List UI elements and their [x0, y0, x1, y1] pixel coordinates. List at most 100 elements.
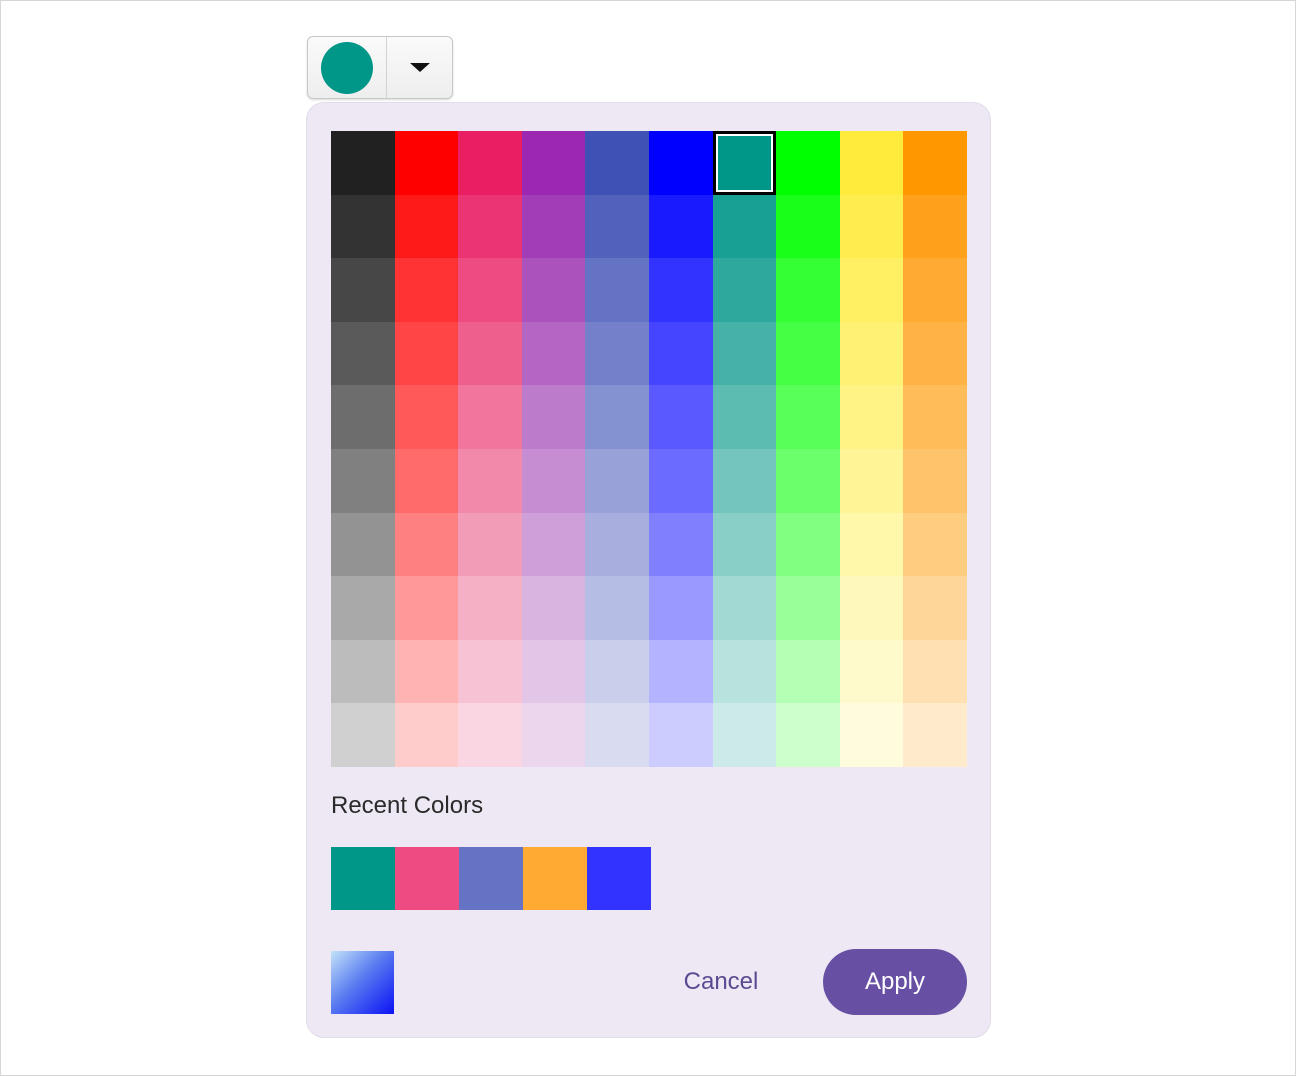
palette-swatch[interactable]: [394, 131, 459, 195]
palette-swatch[interactable]: [521, 385, 586, 449]
palette-swatch[interactable]: [585, 131, 649, 195]
palette-swatch[interactable]: [521, 321, 586, 386]
palette-swatch[interactable]: [458, 703, 522, 767]
dropdown-toggle[interactable]: [387, 37, 452, 98]
palette-swatch[interactable]: [839, 194, 904, 259]
palette-swatch[interactable]: [712, 703, 777, 767]
palette-swatch[interactable]: [331, 194, 395, 259]
palette-swatch[interactable]: [331, 258, 395, 322]
recent-color-swatch[interactable]: [331, 847, 395, 910]
palette-swatch[interactable]: [394, 703, 459, 767]
palette-swatch[interactable]: [903, 385, 967, 449]
palette-swatch[interactable]: [331, 512, 395, 577]
palette-swatch[interactable]: [331, 448, 395, 513]
palette-swatch[interactable]: [712, 448, 777, 513]
cancel-button[interactable]: Cancel: [667, 949, 775, 1015]
palette-swatch[interactable]: [648, 321, 713, 386]
palette-swatch[interactable]: [648, 512, 713, 577]
palette-swatch[interactable]: [648, 448, 713, 513]
palette-swatch[interactable]: [458, 131, 522, 195]
palette-swatch[interactable]: [903, 131, 967, 195]
palette-swatch[interactable]: [458, 512, 522, 577]
palette-swatch[interactable]: [712, 385, 777, 449]
palette-swatch[interactable]: [648, 703, 713, 767]
palette-swatch[interactable]: [903, 194, 967, 259]
palette-swatch[interactable]: [458, 258, 522, 322]
palette-swatch[interactable]: [839, 576, 904, 640]
color-picker-button[interactable]: [307, 36, 453, 99]
gradient-mode-swatch[interactable]: [331, 951, 394, 1014]
palette-swatch[interactable]: [648, 385, 713, 449]
palette-swatch[interactable]: [394, 321, 459, 386]
palette-swatch[interactable]: [458, 576, 522, 640]
palette-swatch[interactable]: [776, 639, 840, 704]
palette-swatch[interactable]: [521, 131, 586, 195]
palette-swatch[interactable]: [585, 258, 649, 322]
recent-color-swatch[interactable]: [395, 847, 459, 910]
palette-swatch[interactable]: [776, 703, 840, 767]
palette-swatch[interactable]: [712, 639, 777, 704]
palette-swatch[interactable]: [712, 576, 777, 640]
palette-swatch[interactable]: [712, 321, 777, 386]
palette-swatch[interactable]: [839, 385, 904, 449]
palette-swatch[interactable]: [521, 194, 586, 259]
palette-swatch[interactable]: [458, 194, 522, 259]
palette-swatch[interactable]: [648, 194, 713, 259]
palette-swatch[interactable]: [776, 194, 840, 259]
palette-swatch[interactable]: [394, 194, 459, 259]
palette-swatch[interactable]: [903, 703, 967, 767]
palette-swatch[interactable]: [585, 385, 649, 449]
palette-swatch[interactable]: [585, 194, 649, 259]
palette-swatch[interactable]: [839, 131, 904, 195]
palette-swatch[interactable]: [648, 576, 713, 640]
recent-color-swatch[interactable]: [587, 847, 651, 910]
palette-swatch[interactable]: [585, 703, 649, 767]
palette-swatch[interactable]: [839, 321, 904, 386]
apply-button[interactable]: Apply: [823, 949, 967, 1015]
palette-swatch[interactable]: [394, 385, 459, 449]
recent-color-swatch[interactable]: [459, 847, 523, 910]
palette-swatch[interactable]: [394, 258, 459, 322]
palette-swatch[interactable]: [585, 321, 649, 386]
palette-swatch[interactable]: [521, 576, 586, 640]
palette-swatch[interactable]: [648, 131, 713, 195]
palette-swatch[interactable]: [839, 639, 904, 704]
current-color-preview[interactable]: [308, 37, 387, 98]
palette-swatch[interactable]: [903, 576, 967, 640]
palette-swatch[interactable]: [839, 448, 904, 513]
palette-swatch[interactable]: [331, 385, 395, 449]
palette-swatch[interactable]: [839, 703, 904, 767]
palette-swatch[interactable]: [331, 131, 395, 195]
palette-swatch[interactable]: [776, 258, 840, 322]
palette-swatch[interactable]: [585, 448, 649, 513]
palette-swatch[interactable]: [521, 258, 586, 322]
palette-swatch[interactable]: [521, 512, 586, 577]
palette-swatch[interactable]: [776, 385, 840, 449]
palette-swatch[interactable]: [331, 639, 395, 704]
palette-swatch[interactable]: [776, 512, 840, 577]
palette-swatch[interactable]: [712, 258, 777, 322]
palette-swatch[interactable]: [458, 639, 522, 704]
palette-swatch[interactable]: [521, 448, 586, 513]
recent-color-swatch[interactable]: [523, 847, 587, 910]
palette-swatch[interactable]: [712, 512, 777, 577]
palette-swatch[interactable]: [839, 258, 904, 322]
palette-swatch[interactable]: [585, 639, 649, 704]
palette-swatch[interactable]: [839, 512, 904, 577]
palette-swatch[interactable]: [521, 639, 586, 704]
palette-swatch[interactable]: [903, 512, 967, 577]
palette-swatch[interactable]: [903, 448, 967, 513]
palette-swatch[interactable]: [394, 639, 459, 704]
palette-swatch[interactable]: [458, 321, 522, 386]
palette-swatch[interactable]: [712, 131, 777, 195]
palette-swatch[interactable]: [776, 576, 840, 640]
palette-swatch[interactable]: [521, 703, 586, 767]
palette-swatch[interactable]: [903, 321, 967, 386]
palette-swatch[interactable]: [394, 448, 459, 513]
palette-swatch[interactable]: [458, 448, 522, 513]
palette-swatch[interactable]: [712, 194, 777, 259]
palette-swatch[interactable]: [331, 703, 395, 767]
palette-swatch[interactable]: [903, 639, 967, 704]
palette-swatch[interactable]: [331, 321, 395, 386]
palette-swatch[interactable]: [394, 576, 459, 640]
